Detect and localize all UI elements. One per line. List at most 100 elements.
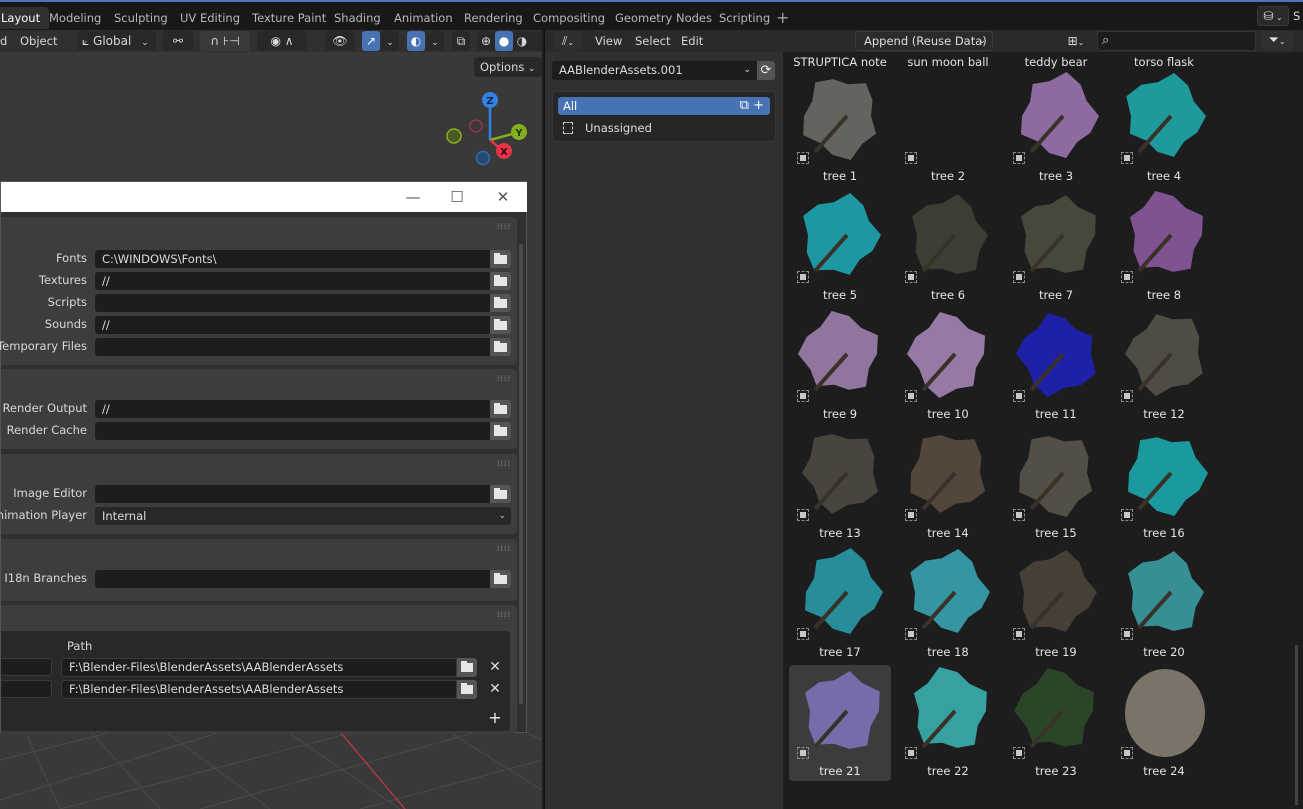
folder-browse-button[interactable] [490, 400, 511, 418]
path-input[interactable]: // [95, 272, 490, 290]
drag-grip-icon[interactable]: ⁞⁞⁞⁞ [497, 459, 511, 468]
folder-browse-button[interactable] [490, 422, 511, 440]
overlay-dropdown[interactable]: ⌄ [426, 31, 444, 51]
filter-dropdown[interactable]: ⏷⌄ [1261, 31, 1293, 51]
asset-item[interactable]: tree 11 [1005, 308, 1107, 424]
catalog-item-all[interactable]: All ⧉ + [558, 97, 770, 115]
pivot-point-button[interactable]: ⚯ [163, 31, 193, 51]
gizmo-dropdown[interactable]: ⌄ [381, 31, 399, 51]
shading-wireframe[interactable]: ⊕ [477, 31, 495, 51]
workspace-tab-rendering[interactable]: Rendering [455, 7, 532, 29]
asset-library-dropdown[interactable]: AABlenderAssets.001 ⌄ [552, 61, 757, 80]
import-method-dropdown[interactable]: Append (Reuse Data) ⌄ [855, 31, 993, 51]
asset-item[interactable]: tree 16 [1113, 427, 1215, 543]
asset-item[interactable]: tree 13 [789, 427, 891, 543]
workspace-tab-shading[interactable]: Shading [325, 7, 390, 29]
view-menu[interactable]: View [595, 32, 622, 50]
minimize-button[interactable]: — [403, 188, 423, 206]
folder-browse-button[interactable] [457, 680, 477, 699]
workspace-tab-animation[interactable]: Animation [385, 7, 462, 29]
path-input[interactable] [95, 294, 490, 312]
asset-item[interactable]: tree 18 [897, 546, 999, 662]
axis-neg-x[interactable] [469, 119, 483, 133]
shading-rendered[interactable] [531, 31, 542, 51]
asset-item[interactable]: tree 2 [897, 70, 999, 186]
asset-item[interactable]: tree 23 [1005, 665, 1107, 781]
path-input[interactable]: // [95, 400, 490, 418]
asset-item[interactable]: tree 19 [1005, 546, 1107, 662]
path-input[interactable] [95, 422, 490, 440]
asset-item[interactable]: tree 24 [1113, 665, 1215, 781]
folder-browse-button[interactable] [490, 272, 511, 290]
overlay-toggle[interactable]: ◐ [407, 31, 425, 51]
drag-grip-icon[interactable]: ⁞⁞⁞⁞ [497, 610, 511, 619]
folder-browse-button[interactable] [490, 338, 511, 356]
xray-toggle[interactable]: ⧉ [452, 31, 470, 51]
drag-grip-icon[interactable]: ⁞⁞⁞⁞ [497, 374, 511, 383]
drag-grip-icon[interactable]: ⁞⁞⁞⁞ [497, 222, 511, 231]
navigation-gizmo[interactable]: Z Y X [445, 90, 535, 170]
transform-orientation-dropdown[interactable]: ⟀ Global ⌄ [78, 31, 156, 51]
path-input[interactable] [95, 570, 490, 588]
axis-neg-y[interactable] [446, 128, 462, 144]
asset-item[interactable]: tree 5 [789, 189, 891, 305]
workspace-tab-uv-editing[interactable]: UV Editing [171, 7, 249, 29]
asset-item[interactable]: tree 20 [1113, 546, 1215, 662]
proportional-edit-toggle[interactable]: ◉ ∧ [257, 31, 307, 51]
edit-menu[interactable]: Edit [681, 32, 703, 50]
asset-item[interactable]: tree 12 [1113, 308, 1215, 424]
animation-player-dropdown[interactable]: Internal ⌄ [95, 507, 511, 525]
path-input[interactable]: // [95, 316, 490, 334]
path-input[interactable] [95, 485, 490, 503]
path-input[interactable]: C:\WINDOWS\Fonts\ [95, 250, 490, 268]
editor-type-button[interactable]: ⫽⌄ [553, 31, 583, 51]
close-button[interactable]: ✕ [493, 188, 513, 206]
asset-item[interactable]: tree 14 [897, 427, 999, 543]
visibility-dropdown[interactable]: 👁 [325, 31, 355, 51]
select-menu[interactable]: Select [635, 32, 670, 50]
asset-grid-scrollbar[interactable] [1295, 645, 1298, 805]
drag-grip-icon[interactable]: ⁞⁞⁞⁞ [497, 544, 511, 553]
dialog-titlebar[interactable]: — ☐ ✕ [1, 182, 527, 212]
add-icon[interactable]: + [753, 98, 764, 113]
path-input[interactable] [95, 338, 490, 356]
add-library-button[interactable]: + [487, 708, 503, 727]
workspace-tab-scripting[interactable]: Scripting [710, 7, 779, 29]
asset-item[interactable]: tree 6 [897, 189, 999, 305]
folder-browse-button[interactable] [490, 250, 511, 268]
asset-item[interactable]: tree 17 [789, 546, 891, 662]
library-name-field[interactable] [1, 680, 52, 698]
options-dropdown[interactable]: Options ⌄ [474, 57, 542, 77]
folder-browse-button[interactable] [490, 485, 511, 503]
maximize-button[interactable]: ☐ [447, 188, 467, 206]
folder-browse-button[interactable] [490, 316, 511, 334]
remove-library-button[interactable]: ✕ [487, 658, 503, 676]
refresh-library-button[interactable]: ⟳ [757, 61, 775, 80]
shading-material[interactable]: ◑ [513, 31, 531, 51]
viewport-menu-partial[interactable]: d [0, 32, 7, 50]
asset-item[interactable]: tree 15 [1005, 427, 1107, 543]
folder-browse-button[interactable] [490, 294, 511, 312]
library-path-field[interactable]: F:\Blender-Files\BlenderAssets\AABlender… [61, 658, 457, 677]
new-catalog-icon[interactable]: ⧉ [740, 98, 749, 113]
asset-item[interactable]: tree 10 [897, 308, 999, 424]
catalog-item-unassigned[interactable]: Unassigned [558, 119, 770, 137]
folder-browse-button[interactable] [490, 570, 511, 588]
asset-item[interactable]: tree 9 [789, 308, 891, 424]
workspace-tab-texture-paint[interactable]: Texture Paint [243, 7, 335, 29]
object-menu[interactable]: Object [20, 32, 57, 50]
dialog-scrollbar[interactable] [519, 244, 523, 704]
shading-solid[interactable]: ● [495, 31, 513, 51]
scene-selector-button[interactable]: ⛁ ⌄ [1257, 6, 1289, 26]
library-path-field[interactable]: F:\Blender-Files\BlenderAssets\AABlender… [61, 680, 457, 699]
asset-search-input[interactable]: ⌕ [1097, 31, 1256, 51]
asset-item[interactable]: tree 1 [789, 70, 891, 186]
workspace-tab-modeling[interactable]: Modeling [40, 7, 110, 29]
workspace-tab-geometry-nodes[interactable]: Geometry Nodes [606, 7, 721, 29]
display-mode-button[interactable]: ⊞⌄ [1061, 31, 1091, 51]
snap-toggle[interactable]: ∩ ⊦⊣ [200, 31, 250, 51]
gizmo-toggle[interactable]: ↗ [362, 31, 380, 51]
asset-item[interactable]: tree 21 [789, 665, 891, 781]
asset-item[interactable]: tree 22 [897, 665, 999, 781]
asset-item[interactable]: tree 4 [1113, 70, 1215, 186]
